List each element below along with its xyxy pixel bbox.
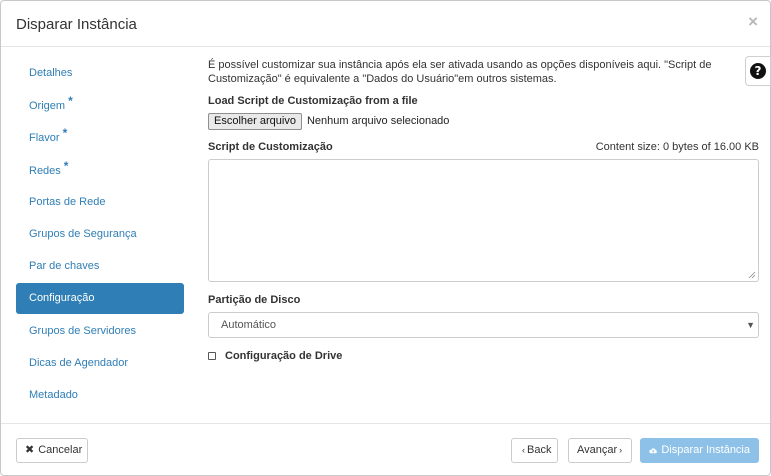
chevron-right-icon: › bbox=[619, 445, 623, 455]
choose-file-button[interactable]: Escolher arquivo bbox=[208, 112, 302, 130]
sidebar-item-grupos-de-servidores[interactable]: Grupos de Servidores bbox=[16, 316, 184, 347]
sidebar-item-metadado[interactable]: Metadado bbox=[16, 380, 184, 411]
sidebar-item-label: Metadado bbox=[29, 388, 78, 401]
sidebar-item-label: Flavor bbox=[29, 132, 60, 145]
sidebar-item-label: Origem bbox=[29, 100, 66, 113]
sidebar-item-label: Portas de Rede bbox=[29, 195, 106, 208]
launch-instance-button[interactable]: Disparar Instância bbox=[640, 438, 759, 463]
sidebar-item-label: Redes bbox=[29, 164, 61, 177]
next-button[interactable]: Avançar › bbox=[568, 438, 632, 463]
sidebar-item-origem[interactable]: Origem * bbox=[16, 90, 184, 121]
load-script-label: Load Script de Customização from a file bbox=[208, 95, 418, 107]
disk-partition-label: Partição de Disco bbox=[208, 294, 301, 306]
launch-instance-modal: Disparar Instância × Detalhes Origem * Flav… bbox=[0, 0, 771, 476]
question-icon: ? bbox=[750, 63, 766, 79]
modal-title: Disparar Instância bbox=[16, 16, 137, 33]
chevron-left-icon: ‹ bbox=[522, 445, 525, 455]
required-marker: * bbox=[63, 158, 69, 173]
config-drive-checkbox[interactable] bbox=[208, 352, 216, 360]
next-label: Avançar bbox=[577, 444, 618, 456]
file-input: Escolher arquivo Nenhum arquivo selecion… bbox=[208, 112, 449, 130]
back-label: Back bbox=[527, 444, 552, 456]
sidebar-item-label: Grupos de Servidores bbox=[29, 324, 136, 337]
sidebar-item-label: Detalhes bbox=[29, 67, 73, 79]
sidebar-item-flavor[interactable]: Flavor * bbox=[16, 122, 184, 153]
resize-grip-icon[interactable] bbox=[748, 271, 756, 279]
sidebar-item-detalhes[interactable]: Detalhes bbox=[16, 58, 184, 89]
sidebar-item-configura-o[interactable]: Configuração bbox=[16, 283, 184, 315]
cancel-button[interactable]: ✖ Cancelar bbox=[16, 438, 88, 463]
sidebar-item-label: Configuração bbox=[29, 292, 95, 305]
modal-footer: ✖ Cancelar ‹ Back Avançar › Disparar Ins… bbox=[1, 423, 770, 475]
sidebar-item-portas-de-rede[interactable]: Portas de Rede bbox=[16, 187, 184, 218]
cancel-label: Cancelar bbox=[38, 444, 83, 456]
disk-partition-select[interactable]: Automático ▼ bbox=[208, 312, 759, 338]
sidebar-item-label: Grupos de Segurança bbox=[29, 227, 137, 240]
close-icon[interactable]: × bbox=[748, 13, 758, 30]
caret-down-icon: ▼ bbox=[746, 320, 755, 330]
disk-partition-value: Automático bbox=[221, 319, 277, 331]
sidebar-item-redes[interactable]: Redes * bbox=[16, 155, 184, 186]
cloud-upload-icon bbox=[649, 448, 657, 454]
customization-script-textarea[interactable] bbox=[208, 159, 759, 282]
required-marker: * bbox=[68, 94, 73, 109]
back-button[interactable]: ‹ Back bbox=[511, 438, 558, 463]
help-button[interactable]: ? bbox=[745, 56, 771, 86]
config-drive-label: Configuração de Drive bbox=[225, 350, 343, 362]
launch-label: Disparar Instância bbox=[661, 444, 750, 456]
config-drive-row: Configuração de Drive bbox=[208, 350, 342, 362]
sidebar-item-par-de-chaves[interactable]: Par de chaves bbox=[16, 251, 184, 282]
wizard-sidebar: Detalhes Origem * Flavor * Redes * Portas de Re… bbox=[16, 58, 184, 412]
script-label: Script de Customização bbox=[208, 141, 333, 153]
required-marker: * bbox=[62, 126, 68, 141]
close-icon: ✖ bbox=[25, 444, 35, 456]
modal-header: Disparar Instância × bbox=[1, 1, 770, 47]
sidebar-item-label: Dicas de Agendador bbox=[29, 356, 129, 369]
sidebar-item-dicas-de-agendador[interactable]: Dicas de Agendador bbox=[16, 348, 184, 379]
file-name-text: Nenhum arquivo selecionado bbox=[306, 115, 450, 127]
content-size-text: Content size: 0 bytes of 16.00 KB bbox=[595, 141, 759, 153]
help-text: É possível customizar sua instância após… bbox=[208, 59, 712, 85]
sidebar-item-label: Par de chaves bbox=[29, 260, 100, 273]
sidebar-item-grupos-de-seguran-a[interactable]: Grupos de Segurança bbox=[16, 219, 184, 250]
